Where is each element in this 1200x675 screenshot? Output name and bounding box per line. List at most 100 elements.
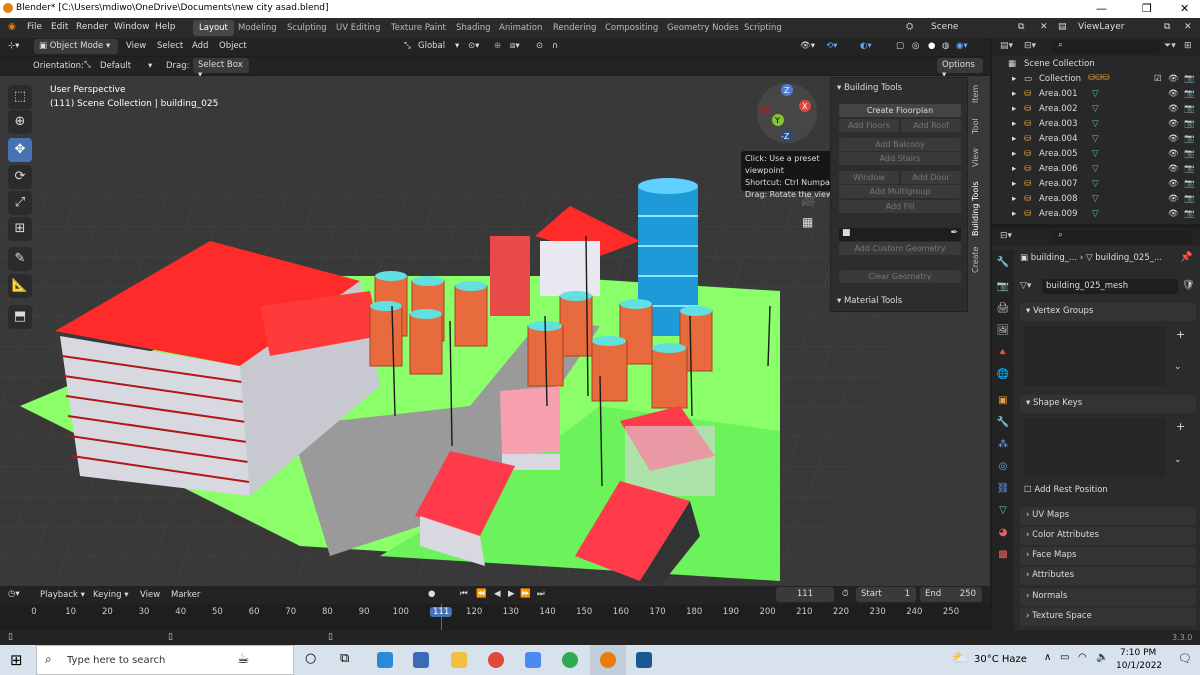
expand-icon[interactable]: ▸ xyxy=(1012,74,1016,84)
constraint-properties-icon[interactable]: ⛓ xyxy=(996,482,1010,496)
annotate-tool-icon[interactable]: ✎ xyxy=(8,247,32,271)
visibility-icon[interactable]: 👁 xyxy=(1168,104,1179,114)
pivot-icon[interactable]: ⊙▾ xyxy=(468,41,479,51)
render-icon[interactable]: 📷 xyxy=(1184,164,1195,174)
ortho-toggle-icon[interactable]: ▦ xyxy=(802,215,813,229)
select-menu[interactable]: Select xyxy=(157,41,183,51)
play-reverse-icon[interactable]: ◀ xyxy=(494,589,501,599)
visibility-icon[interactable]: 👁 xyxy=(1168,209,1179,219)
tab-geometry-nodes[interactable]: Geometry Nodes xyxy=(661,20,745,36)
orientation-dropdown[interactable]: Default xyxy=(100,61,131,71)
menu-render[interactable]: Render xyxy=(76,22,108,32)
expand-icon[interactable]: ▸ xyxy=(1012,119,1016,129)
close-button[interactable]: ✕ xyxy=(1180,2,1189,15)
tab-create[interactable]: Create xyxy=(971,245,988,275)
texture-properties-icon[interactable]: ▩ xyxy=(996,548,1010,562)
properties-search-input[interactable]: ⌕ xyxy=(1052,230,1192,244)
tab-shading[interactable]: Shading xyxy=(450,20,497,36)
delete-view-layer-icon[interactable]: ✕ xyxy=(1184,22,1192,32)
taskbar-search-input[interactable]: ⌕ Type here to search ☕ xyxy=(36,645,294,675)
timeline-editor-icon[interactable]: ◷▾ xyxy=(8,589,20,599)
falloff-icon[interactable]: ∩ xyxy=(552,41,558,51)
clock-date[interactable]: 10/1/2022 xyxy=(1116,661,1162,671)
chrome-profile-icon[interactable] xyxy=(562,652,578,668)
snap-icon[interactable]: ⊕ xyxy=(494,41,501,51)
outliner-editor-icon[interactable]: ▤▾ xyxy=(1000,41,1013,51)
tab-sculpting[interactable]: Sculpting xyxy=(281,20,333,36)
word-icon[interactable] xyxy=(413,652,429,668)
weather-icon[interactable]: ⛅ xyxy=(952,651,968,666)
editor-type-icon[interactable]: ⊹▾ xyxy=(8,41,19,51)
jump-keyframe-back-icon[interactable]: ⏪ xyxy=(476,589,487,599)
outliner-root[interactable]: ▦ Scene Collection xyxy=(992,58,1200,73)
rotate-tool-icon[interactable]: ⟳ xyxy=(8,165,32,189)
add-balcony-button[interactable]: Add Balcony xyxy=(839,138,961,151)
render-icon[interactable]: 📷 xyxy=(1184,179,1195,189)
cortana-icon[interactable]: ○ xyxy=(305,651,316,666)
expand-icon[interactable]: ▸ xyxy=(1012,179,1016,189)
add-stairs-button[interactable]: Add Stairs xyxy=(839,152,961,165)
data-properties-icon[interactable]: ▽ xyxy=(996,504,1010,518)
chrome-icon[interactable] xyxy=(488,652,504,668)
rendered-shading-icon[interactable]: ◉▾ xyxy=(956,41,968,51)
expand-icon[interactable]: ▸ xyxy=(1012,134,1016,144)
jump-keyframe-forward-icon[interactable]: ⏩ xyxy=(520,589,531,599)
orientation-chevron-icon[interactable]: ▾ xyxy=(148,61,152,71)
weather-text[interactable]: 30°C Haze xyxy=(974,654,1027,665)
modifier-properties-icon[interactable]: 🔧 xyxy=(996,416,1010,430)
tab-uv-editing[interactable]: UV Editing xyxy=(330,20,386,36)
shape-key-menu-icon[interactable]: ⌄ xyxy=(1174,455,1182,465)
wireframe-shading-icon[interactable]: ◎ xyxy=(912,41,919,51)
properties-editor-icon[interactable]: ⊟▾ xyxy=(1000,231,1012,241)
tab-modeling[interactable]: Modeling xyxy=(232,20,283,36)
clock-time[interactable]: 7:10 PM xyxy=(1120,648,1156,658)
new-view-layer-icon[interactable]: ⧉ xyxy=(1164,22,1170,32)
play-icon[interactable]: ▶ xyxy=(508,589,515,599)
preview-range-icon[interactable]: ⏱ xyxy=(842,589,849,599)
select-tool-icon[interactable]: ⬚ xyxy=(8,85,32,109)
visibility-icon[interactable]: 👁 xyxy=(1168,119,1179,129)
add-rest-position-checkbox[interactable]: ☐ Add Rest Position xyxy=(1024,485,1108,495)
scene-properties-icon[interactable]: 🔺 xyxy=(996,346,1010,360)
store-icon[interactable] xyxy=(525,652,541,668)
add-menu[interactable]: Add xyxy=(192,41,208,51)
options-dropdown[interactable]: Options ▾ xyxy=(937,58,983,80)
add-window-button[interactable]: Window xyxy=(839,171,899,184)
section-color-attributes[interactable]: › Color Attributes xyxy=(1020,527,1196,545)
visibility-icon[interactable]: 👁 xyxy=(1168,164,1179,174)
tab-compositing[interactable]: Compositing xyxy=(599,20,664,36)
wifi-icon[interactable]: ◠ xyxy=(1078,652,1087,663)
overlay-toggle-icon[interactable]: ◐▾ xyxy=(860,41,872,51)
end-frame-field[interactable]: End 250 xyxy=(920,587,982,602)
current-frame-field[interactable]: 111 xyxy=(776,587,834,602)
add-shape-key-icon[interactable]: + xyxy=(1176,420,1185,433)
blender-taskbar-button[interactable] xyxy=(590,645,626,675)
file-explorer-icon[interactable] xyxy=(451,652,467,668)
particle-properties-icon[interactable]: ⁂ xyxy=(996,438,1010,452)
timeline-view-menu[interactable]: View xyxy=(140,590,160,600)
minimize-button[interactable]: — xyxy=(1096,2,1107,15)
section-vertex-groups[interactable]: ▾ Vertex Groups xyxy=(1020,303,1196,321)
menu-file[interactable]: File xyxy=(27,22,42,32)
drag-dropdown[interactable]: Select Box ▾ xyxy=(193,58,249,80)
tab-texture-paint[interactable]: Texture Paint xyxy=(385,20,452,36)
view-layer-icon[interactable]: ▤ xyxy=(1058,22,1067,32)
task-view-icon[interactable]: ⧉ xyxy=(340,651,349,666)
blender-menu-icon[interactable]: ◉ xyxy=(8,22,16,32)
pin-icon[interactable]: 📌 xyxy=(1180,252,1192,263)
add-multigroup-button[interactable]: Add Multigroup xyxy=(839,185,961,198)
object-menu[interactable]: Object xyxy=(219,41,247,51)
outliner-item-area[interactable]: ▸ ⛁ Area.004 ▽ 👁 📷 xyxy=(992,133,1200,148)
tool-properties-icon[interactable]: 🔧 xyxy=(996,256,1010,270)
section-normals[interactable]: › Normals xyxy=(1020,588,1196,606)
building-tools-header[interactable]: ▾ Building Tools xyxy=(837,83,902,93)
maximize-button[interactable]: ❐ xyxy=(1142,2,1152,15)
windows-start-icon[interactable]: ⊞ xyxy=(10,651,23,669)
new-collection-icon[interactable]: ⊞ xyxy=(1184,41,1192,51)
auto-keying-icon[interactable]: ● xyxy=(428,589,435,599)
visibility-icon[interactable]: 👁 xyxy=(1168,149,1179,159)
keying-menu[interactable]: Keying ▾ xyxy=(93,590,129,600)
material-properties-icon[interactable]: ◕ xyxy=(996,526,1010,540)
playback-menu[interactable]: Playback ▾ xyxy=(40,590,85,600)
render-icon[interactable]: 📷 xyxy=(1184,119,1195,129)
